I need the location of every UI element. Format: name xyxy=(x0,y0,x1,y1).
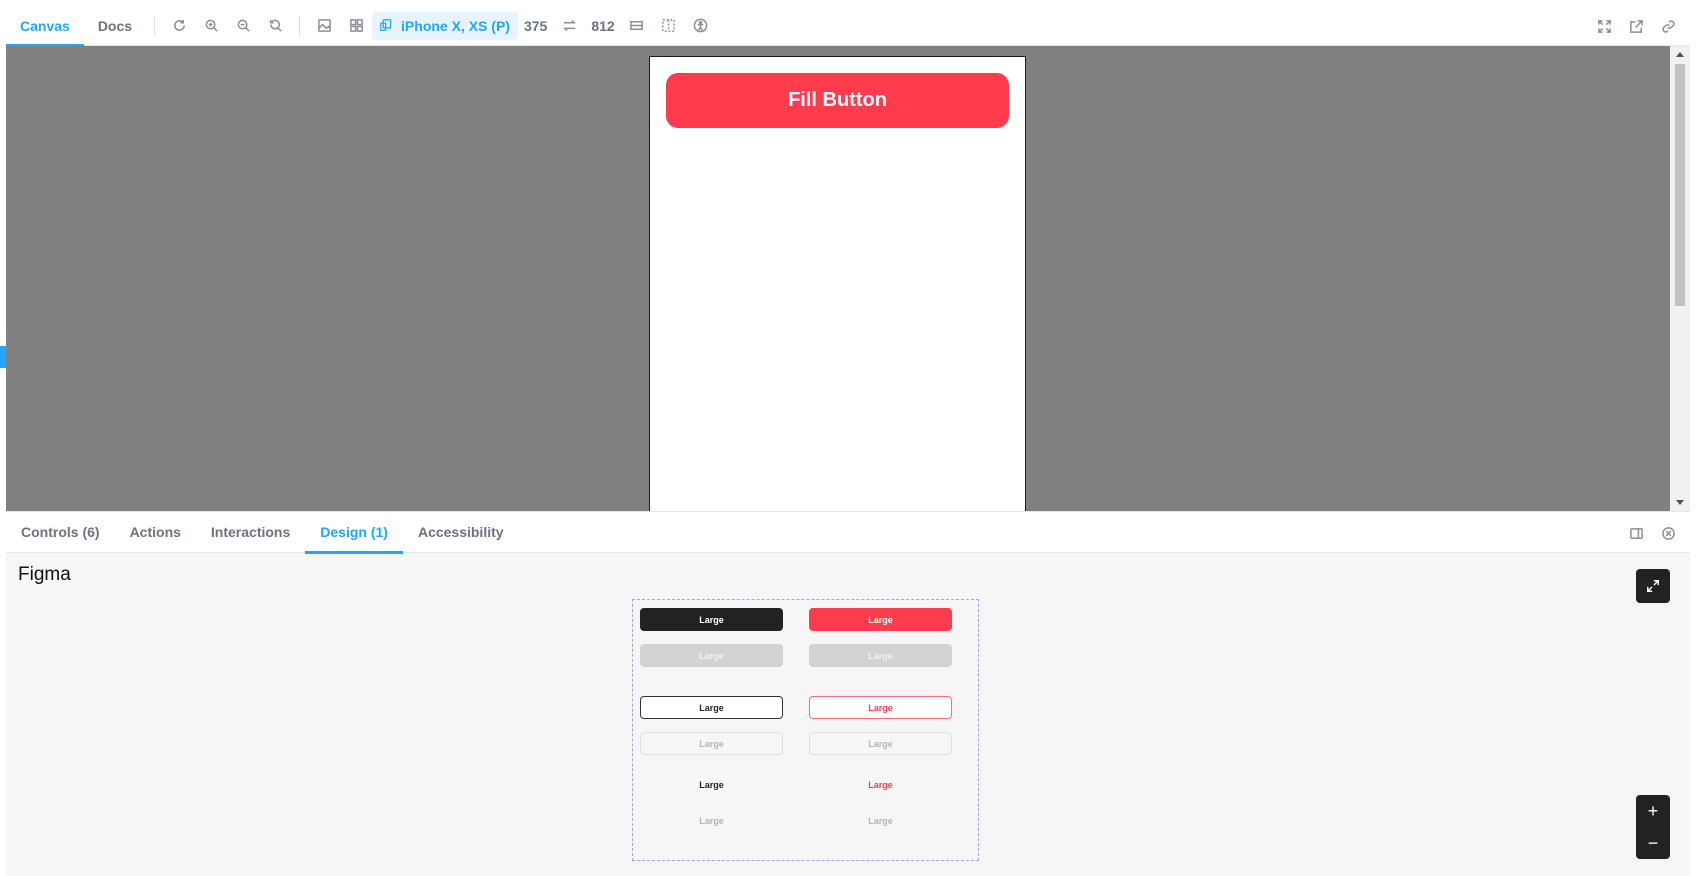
toolbar-divider xyxy=(299,15,301,36)
expand-icon xyxy=(1647,580,1659,592)
figma-button-line-dark-disabled: Large xyxy=(640,732,783,755)
figma-title: Figma xyxy=(18,564,71,585)
figma-button-solid-dark-disabled: Large xyxy=(640,644,783,667)
expand-figma-button[interactable] xyxy=(1636,569,1670,603)
reload-icon[interactable] xyxy=(163,10,195,42)
zoom-in-button[interactable]: + xyxy=(1636,795,1670,827)
zoom-out-button[interactable]: − xyxy=(1636,827,1670,859)
figma-frame[interactable]: Large Large Large Large Large Large Larg… xyxy=(632,599,979,861)
tab-accessibility[interactable]: Accessibility xyxy=(403,512,519,553)
copy-link-icon[interactable] xyxy=(1652,10,1684,42)
figma-button-line-dark: Large xyxy=(640,696,783,719)
fullscreen-icon[interactable] xyxy=(1588,10,1620,42)
panel-orientation-icon[interactable] xyxy=(1620,517,1652,549)
sidebar-resize-handle[interactable] xyxy=(0,346,6,368)
tab-design[interactable]: Design (1) xyxy=(305,512,403,554)
figma-button-solid-dark: Large xyxy=(640,608,783,631)
outline-icon[interactable] xyxy=(653,10,685,42)
figma-button-solid-red: Large xyxy=(809,608,952,631)
scroll-up-arrow-icon[interactable] xyxy=(1676,52,1684,57)
zoom-out-icon[interactable] xyxy=(227,10,259,42)
panel-actions xyxy=(1620,517,1684,549)
rotate-viewport-icon[interactable] xyxy=(553,10,585,42)
scroll-down-arrow-icon[interactable] xyxy=(1676,500,1684,505)
figma-button-text-dark: Large xyxy=(699,779,724,790)
viewport-width[interactable]: 375 xyxy=(518,18,553,34)
tab-canvas[interactable]: Canvas xyxy=(6,6,84,47)
figma-button-line-red-disabled: Large xyxy=(809,732,952,755)
figma-button-text-red-disabled: Large xyxy=(868,815,893,826)
measure-icon[interactable] xyxy=(621,10,653,42)
open-new-tab-icon[interactable] xyxy=(1620,10,1652,42)
tab-docs[interactable]: Docs xyxy=(84,6,146,46)
tab-actions[interactable]: Actions xyxy=(115,512,196,553)
addon-panel: Controls (6) Actions Interactions Design… xyxy=(6,511,1690,876)
top-toolbar: Canvas Docs iPhone X, XS (P) 375 812 xyxy=(6,6,1690,47)
viewport-height[interactable]: 812 xyxy=(585,18,620,34)
grid-icon[interactable] xyxy=(340,10,372,42)
accessibility-icon[interactable] xyxy=(685,10,717,42)
background-image-icon[interactable] xyxy=(308,10,340,42)
device-frame: Fill Button xyxy=(649,56,1026,511)
tab-interactions[interactable]: Interactions xyxy=(196,512,305,553)
viewport-selector[interactable]: iPhone X, XS (P) xyxy=(372,11,518,40)
figma-button-line-red: Large xyxy=(809,696,952,719)
toolbar-right xyxy=(1588,10,1684,42)
viewport-label: iPhone X, XS (P) xyxy=(401,17,510,34)
scrollbar-thumb[interactable] xyxy=(1675,64,1685,306)
figma-button-text-dark-disabled: Large xyxy=(699,815,724,826)
figma-button-solid-red-disabled: Large xyxy=(809,644,952,667)
canvas-scrollbar[interactable] xyxy=(1670,46,1690,511)
fill-button[interactable]: Fill Button xyxy=(666,73,1009,128)
tab-controls[interactable]: Controls (6) xyxy=(6,512,115,553)
zoom-reset-icon[interactable] xyxy=(259,10,291,42)
storybook-app: Canvas Docs iPhone X, XS (P) 375 812 Fil… xyxy=(0,0,1696,876)
addon-tabs: Controls (6) Actions Interactions Design… xyxy=(6,512,1690,554)
toolbar-divider xyxy=(154,15,156,36)
figma-zoom-controls: + − xyxy=(1636,795,1670,859)
figma-button-text-red: Large xyxy=(868,779,893,790)
device-icon xyxy=(380,19,392,32)
preview-canvas: Fill Button xyxy=(6,46,1670,511)
zoom-in-icon[interactable] xyxy=(195,10,227,42)
close-panel-icon[interactable] xyxy=(1652,517,1684,549)
